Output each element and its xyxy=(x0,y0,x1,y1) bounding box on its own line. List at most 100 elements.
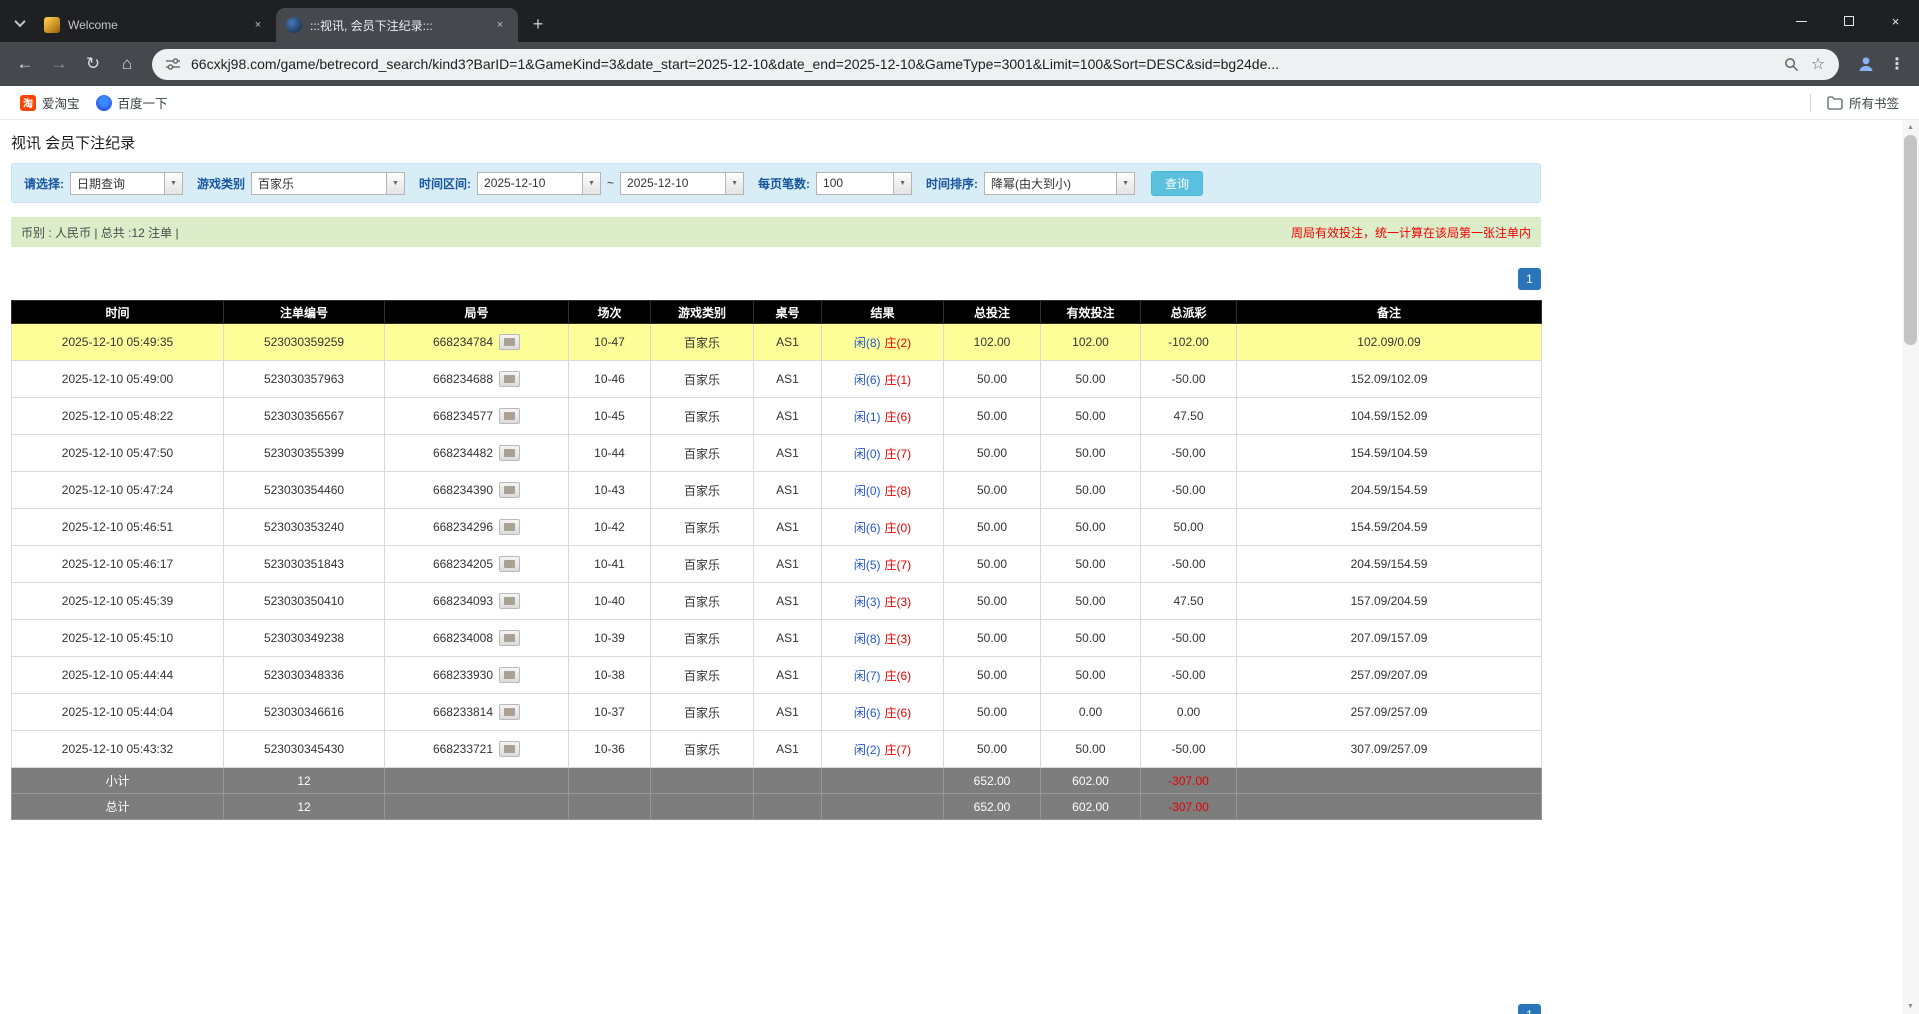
video-replay-icon[interactable] xyxy=(499,445,520,461)
game-type-dropdown-arrow-icon[interactable]: ▼ xyxy=(386,172,405,195)
subtotal-label: 小计 xyxy=(12,768,224,794)
video-replay-icon[interactable] xyxy=(499,704,520,720)
zoom-icon[interactable] xyxy=(1782,55,1800,73)
table-row: 2025-12-10 05:45:10 523030349238 6682340… xyxy=(12,620,1542,657)
date-start-combo: ▼ xyxy=(477,172,601,195)
minimize-button[interactable] xyxy=(1778,0,1825,42)
refresh-button[interactable]: ↻ xyxy=(76,47,110,81)
video-replay-icon[interactable] xyxy=(499,630,520,646)
url-bar[interactable]: 66cxkj98.com/game/betrecord_search/kind3… xyxy=(152,49,1839,80)
maximize-button[interactable] xyxy=(1825,0,1872,42)
scroll-down-arrow-icon[interactable]: ▼ xyxy=(1902,999,1919,1014)
scrollbar[interactable]: ▲ ▼ xyxy=(1902,120,1919,1014)
result-player: 闲(3) xyxy=(854,595,881,609)
tab-betrecord[interactable]: :::视讯, 会员下注纪录::: × xyxy=(276,8,518,42)
cell-result: 闲(2) 庄(7) xyxy=(822,731,944,768)
video-replay-icon[interactable] xyxy=(499,519,520,535)
cell-note: 104.59/152.09 xyxy=(1237,398,1542,435)
back-button[interactable]: ← xyxy=(8,47,42,81)
cell-time: 2025-12-10 05:46:17 xyxy=(12,546,224,583)
video-replay-icon[interactable] xyxy=(499,371,520,387)
video-replay-icon[interactable] xyxy=(499,408,520,424)
cell-payout: 50.00 xyxy=(1141,509,1237,546)
empty-cell xyxy=(385,768,569,794)
tab-close-icon[interactable]: × xyxy=(250,17,266,33)
date-end-input[interactable] xyxy=(620,172,725,195)
all-bookmarks-button[interactable]: 所有书签 xyxy=(1819,89,1907,116)
date-end-dropdown-arrow-icon[interactable]: ▼ xyxy=(725,172,744,195)
scrollbar-thumb[interactable] xyxy=(1904,135,1917,345)
round-number: 668234784 xyxy=(433,335,493,349)
cell-bet-id: 523030348336 xyxy=(224,657,385,694)
page-size-input[interactable] xyxy=(816,172,893,195)
cell-round: 668233721 xyxy=(385,731,569,768)
cell-session: 10-46 xyxy=(569,361,651,398)
empty-cell xyxy=(822,794,944,820)
video-replay-icon[interactable] xyxy=(499,556,520,572)
empty-cell xyxy=(569,794,651,820)
result-banker: 庄(6) xyxy=(885,669,912,683)
video-replay-icon[interactable] xyxy=(499,482,520,498)
home-button[interactable]: ⌂ xyxy=(110,47,144,81)
cell-payout: -50.00 xyxy=(1141,731,1237,768)
page-1-button[interactable]: 1 xyxy=(1518,268,1541,290)
scroll-up-arrow-icon[interactable]: ▲ xyxy=(1902,120,1919,135)
cell-total-bet: 50.00 xyxy=(944,398,1041,435)
query-type-input[interactable] xyxy=(70,172,164,195)
round-number: 668234577 xyxy=(433,409,493,423)
cell-note: 204.59/154.59 xyxy=(1237,546,1542,583)
table-row: 2025-12-10 05:44:04 523030346616 6682338… xyxy=(12,694,1542,731)
table-row: 2025-12-10 05:49:00 523030357963 6682346… xyxy=(12,361,1542,398)
query-type-dropdown-arrow-icon[interactable]: ▼ xyxy=(164,172,183,195)
pagination-top: 1 xyxy=(11,268,1541,290)
cell-payout: -50.00 xyxy=(1141,620,1237,657)
bookmark-star-icon[interactable]: ☆ xyxy=(1809,55,1827,73)
page-size-dropdown-arrow-icon[interactable]: ▼ xyxy=(893,172,912,195)
cell-note: 152.09/102.09 xyxy=(1237,361,1542,398)
game-type-input[interactable] xyxy=(251,172,386,195)
round-number: 668233814 xyxy=(433,705,493,719)
cell-session: 10-44 xyxy=(569,435,651,472)
bookmark-aitaobao[interactable]: 淘 爱淘宝 xyxy=(12,89,88,116)
cell-result: 闲(7)庄(6) xyxy=(822,657,944,694)
close-button[interactable]: × xyxy=(1872,0,1919,42)
window-controls: × xyxy=(1778,0,1919,42)
search-button[interactable]: 查询 xyxy=(1151,171,1203,196)
cell-note: 307.09/257.09 xyxy=(1237,731,1542,768)
tab-close-icon[interactable]: × xyxy=(492,17,508,33)
cell-payout: 0.00 xyxy=(1141,694,1237,731)
tab-search-button[interactable] xyxy=(8,10,32,36)
profile-icon[interactable] xyxy=(1849,47,1883,81)
cell-note: 257.09/207.09 xyxy=(1237,657,1542,694)
video-replay-icon[interactable] xyxy=(499,593,520,609)
site-info-icon[interactable] xyxy=(164,55,182,73)
cell-table-no: AS1 xyxy=(754,731,822,768)
sort-dropdown-arrow-icon[interactable]: ▼ xyxy=(1116,172,1135,195)
folder-icon xyxy=(1827,95,1843,111)
forward-button[interactable]: → xyxy=(42,47,76,81)
cell-time: 2025-12-10 05:47:50 xyxy=(12,435,224,472)
video-replay-icon[interactable] xyxy=(499,334,520,350)
cell-note: 207.09/157.09 xyxy=(1237,620,1542,657)
date-start-dropdown-arrow-icon[interactable]: ▼ xyxy=(582,172,601,195)
new-tab-button[interactable]: + xyxy=(524,10,552,38)
total-row: 总计 12 652.00 602.00 -307.00 xyxy=(12,794,1542,820)
date-start-input[interactable] xyxy=(477,172,582,195)
video-replay-icon[interactable] xyxy=(499,667,520,683)
page-1-button[interactable]: 1 xyxy=(1518,1004,1541,1014)
sort-input[interactable] xyxy=(984,172,1116,195)
page-size-label: 每页笔数: xyxy=(758,175,810,192)
col-round: 局号 xyxy=(385,301,569,324)
date-separator: ~ xyxy=(607,176,614,190)
menu-icon[interactable]: ⋮ xyxy=(1883,47,1911,81)
result-player: 闲(2) xyxy=(854,743,881,757)
bookmark-baidu[interactable]: 百度一下 xyxy=(88,89,176,116)
tab-welcome[interactable]: Welcome × xyxy=(34,8,276,42)
round-number: 668233930 xyxy=(433,668,493,682)
cell-game-type: 百家乐 xyxy=(651,694,754,731)
date-end-combo: ▼ xyxy=(620,172,744,195)
result-banker: 庄(7) xyxy=(885,743,912,757)
cell-time: 2025-12-10 05:46:51 xyxy=(12,509,224,546)
tab-title: Welcome xyxy=(68,18,242,32)
video-replay-icon[interactable] xyxy=(499,741,520,757)
